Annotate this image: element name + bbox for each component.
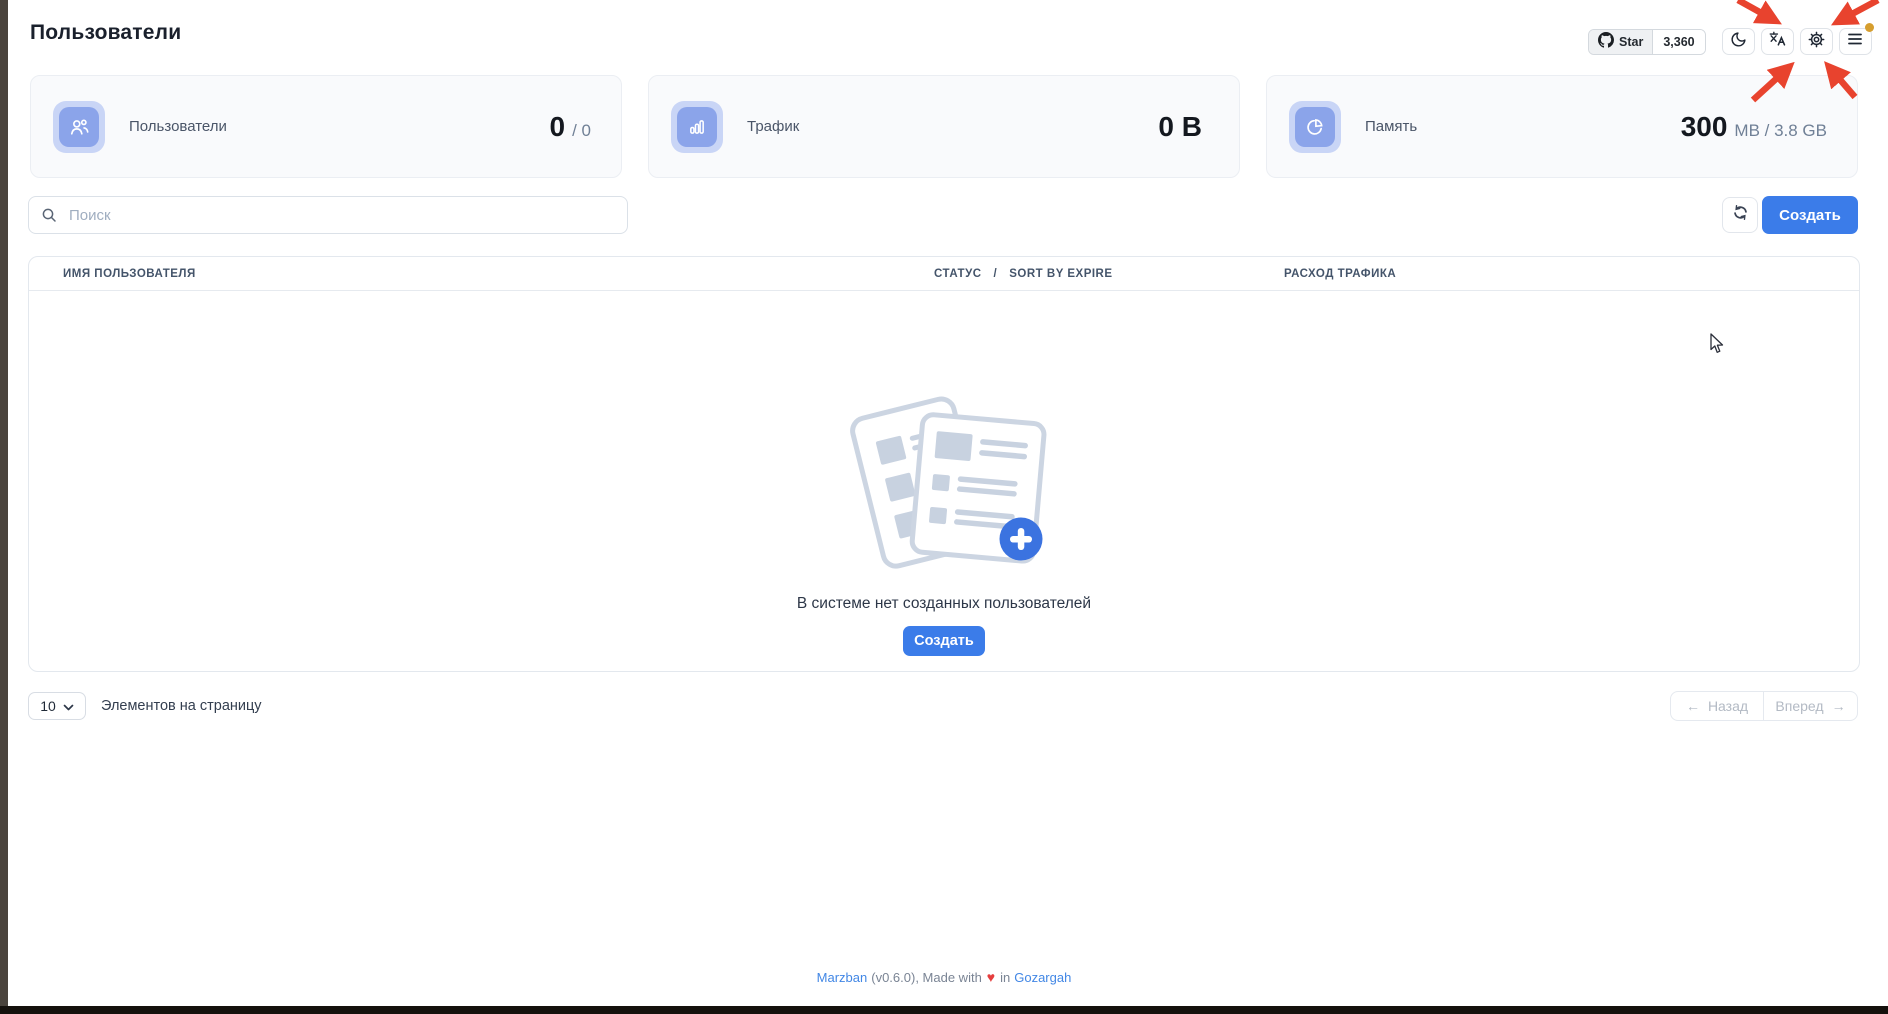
heart-icon: ♥ bbox=[987, 969, 995, 985]
page-size-label: Элементов на страницу bbox=[101, 692, 262, 720]
stat-value: 0 bbox=[550, 111, 566, 143]
empty-message: В системе нет созданных пользователей bbox=[797, 595, 1091, 613]
window-bottom-edge bbox=[0, 1006, 1888, 1014]
chevron-down-icon bbox=[63, 698, 74, 714]
stat-secondary: / 0 bbox=[572, 121, 591, 141]
users-icon bbox=[59, 107, 99, 147]
page-size-select[interactable]: 10 bbox=[28, 692, 86, 720]
expire-sort-label[interactable]: SORT BY EXPIRE bbox=[1009, 268, 1112, 280]
gozargah-link[interactable]: Gozargah bbox=[1014, 970, 1071, 985]
next-label: Вперед bbox=[1775, 698, 1823, 714]
stat-card-traffic: Трафик 0 B bbox=[648, 75, 1240, 178]
language-button[interactable] bbox=[1761, 28, 1794, 55]
github-star-count[interactable]: 3,360 bbox=[1653, 30, 1704, 54]
settings-button[interactable] bbox=[1800, 28, 1833, 55]
empty-create-button[interactable]: Создать bbox=[903, 626, 985, 656]
prev-page-button[interactable]: ← Назад bbox=[1670, 691, 1764, 721]
translate-icon bbox=[1768, 30, 1786, 53]
footer-version-text: (v0.6.0), Made with bbox=[871, 970, 982, 985]
sort-separator: / bbox=[994, 268, 998, 280]
stat-value: 300 bbox=[1681, 111, 1728, 143]
bar-chart-icon bbox=[677, 107, 717, 147]
users-icon-ring bbox=[53, 101, 105, 153]
empty-state: В системе нет созданных пользователей Со… bbox=[29, 291, 1859, 656]
arrow-right-icon: → bbox=[1832, 698, 1846, 714]
footer-in-text: in bbox=[1000, 970, 1010, 985]
bar-chart-icon-ring bbox=[671, 101, 723, 153]
create-button[interactable]: Создать bbox=[1762, 196, 1858, 234]
page-size-value: 10 bbox=[40, 698, 56, 714]
notification-dot bbox=[1865, 23, 1874, 32]
plus-icon bbox=[1000, 518, 1043, 561]
documents-illustration bbox=[839, 379, 1049, 571]
github-star-badge[interactable]: Star 3,360 bbox=[1588, 29, 1706, 55]
marzban-dashboard: Пользователи Star 3,360 bbox=[0, 0, 1888, 1014]
gear-icon bbox=[1808, 31, 1825, 53]
marzban-link[interactable]: Marzban bbox=[817, 970, 868, 985]
github-icon bbox=[1598, 32, 1614, 51]
stat-card-memory: Память 300 MB / 3.8 GB bbox=[1266, 75, 1858, 178]
dark-mode-button[interactable] bbox=[1722, 28, 1755, 55]
stat-label: Память bbox=[1365, 118, 1417, 135]
prev-label: Назад bbox=[1708, 698, 1748, 714]
github-star-button[interactable]: Star bbox=[1589, 30, 1653, 54]
column-header-status-sort[interactable]: СТАТУС / SORT BY EXPIRE bbox=[934, 257, 1113, 291]
search-icon bbox=[41, 207, 57, 228]
stat-label: Трафик bbox=[747, 118, 799, 135]
refresh-icon bbox=[1732, 204, 1749, 226]
search-wrap bbox=[28, 196, 628, 234]
next-page-button[interactable]: Вперед → bbox=[1764, 691, 1858, 721]
users-table: ИМЯ ПОЛЬЗОВАТЕЛЯ СТАТУС / SORT BY EXPIRE… bbox=[28, 256, 1860, 672]
footer: Marzban (v0.6.0), Made with ♥ in Gozarga… bbox=[0, 969, 1888, 985]
moon-icon bbox=[1730, 31, 1747, 53]
arrow-left-icon: ← bbox=[1686, 698, 1700, 714]
pie-chart-icon bbox=[1295, 107, 1335, 147]
stat-secondary: MB / 3.8 GB bbox=[1734, 121, 1827, 141]
stat-card-users: Пользователи 0 / 0 bbox=[30, 75, 622, 178]
refresh-button[interactable] bbox=[1722, 197, 1758, 233]
column-header-traffic[interactable]: РАСХОД ТРАФИКА bbox=[1284, 257, 1396, 291]
column-header-username[interactable]: ИМЯ ПОЛЬЗОВАТЕЛЯ bbox=[63, 257, 196, 291]
pager: ← Назад Вперед → bbox=[1670, 691, 1858, 721]
stat-value: 0 B bbox=[1158, 111, 1202, 143]
menu-icon bbox=[1847, 32, 1863, 51]
status-sort-label[interactable]: СТАТУС bbox=[934, 268, 982, 280]
page-title: Пользователи bbox=[30, 21, 181, 45]
stat-label: Пользователи bbox=[129, 118, 227, 135]
table-header-row: ИМЯ ПОЛЬЗОВАТЕЛЯ СТАТУС / SORT BY EXPIRE… bbox=[29, 257, 1859, 291]
pie-chart-icon-ring bbox=[1289, 101, 1341, 153]
github-star-label: Star bbox=[1619, 35, 1643, 49]
stats-row: Пользователи 0 / 0 Трафик 0 B bbox=[30, 75, 1858, 178]
header-controls: Star 3,360 bbox=[1588, 28, 1872, 55]
search-input[interactable] bbox=[28, 196, 628, 234]
menu-button[interactable] bbox=[1839, 28, 1872, 55]
window-left-edge bbox=[0, 0, 8, 1014]
